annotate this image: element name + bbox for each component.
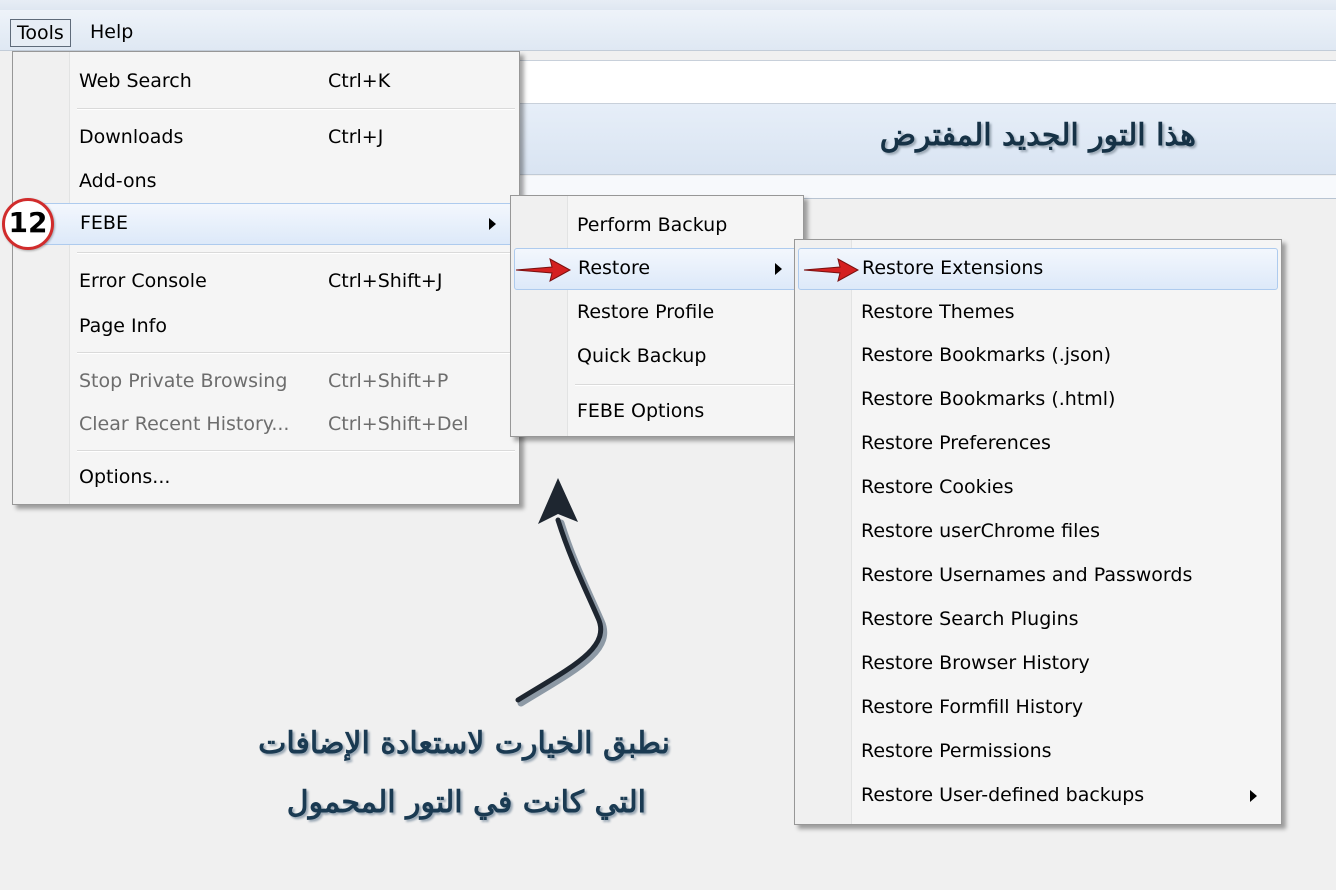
menu-item-shortcut: Ctrl+Shift+Del: [328, 413, 469, 435]
banner-title: هذا التور الجديد المفترض: [879, 118, 1196, 153]
menu-item-label: Downloads: [79, 126, 184, 148]
menu-item-restore-userchrome-files[interactable]: Restore userChrome files: [798, 512, 1278, 552]
febe-submenu: Perform Backup Restore Restore Profile Q…: [510, 195, 804, 437]
menu-item-label: Page Info: [79, 315, 167, 337]
menu-item-perform-backup[interactable]: Perform Backup: [514, 206, 800, 246]
menu-item-web-search[interactable]: Web Search Ctrl+K: [16, 62, 516, 102]
menu-item-febe-options[interactable]: FEBE Options: [514, 392, 800, 432]
submenu-arrow-icon: [1250, 790, 1257, 802]
menu-item-restore-user-defined-backups[interactable]: Restore User-defined backups: [798, 776, 1278, 816]
menu-item-label: Add-ons: [79, 170, 157, 192]
menu-item-label: Restore Extensions: [862, 257, 1044, 279]
menu-item-label: Restore Permissions: [861, 740, 1052, 762]
tools-menu: Web Search Ctrl+K Downloads Ctrl+J Add-o…: [12, 51, 520, 505]
menu-item-quick-backup[interactable]: Quick Backup: [514, 337, 800, 377]
menu-item-label: Restore Bookmarks (.json): [861, 344, 1112, 366]
menu-item-label: Clear Recent History...: [79, 413, 290, 435]
menu-item-label: Restore Bookmarks (.html): [861, 388, 1116, 410]
menu-tools[interactable]: Tools: [10, 19, 71, 47]
menu-item-label: Restore Search Plugins: [861, 608, 1079, 630]
menu-item-label: Restore Themes: [861, 301, 1015, 323]
menu-item-shortcut: Ctrl+K: [328, 70, 391, 92]
menu-item-restore-preferences[interactable]: Restore Preferences: [798, 424, 1278, 464]
annotation-arrow-icon: [515, 478, 608, 707]
menu-item-label: Restore Usernames and Passwords: [861, 564, 1193, 586]
step-number-badge: 12: [2, 198, 54, 250]
menu-item-restore-formfill-history[interactable]: Restore Formfill History: [798, 688, 1278, 728]
caption-line-2: التي كانت في التور المحمول: [286, 785, 646, 820]
menu-item-label: Restore Preferences: [861, 432, 1051, 454]
menu-item-add-ons[interactable]: Add-ons: [16, 162, 516, 202]
restore-submenu: Restore Extensions Restore Themes Restor…: [794, 239, 1282, 825]
menu-item-restore-bookmarks-html[interactable]: Restore Bookmarks (.html): [798, 380, 1278, 420]
menu-item-page-info[interactable]: Page Info: [16, 307, 516, 347]
menu-item-label: FEBE: [80, 212, 128, 234]
menu-separator: [77, 352, 515, 354]
menu-item-label: Error Console: [79, 270, 207, 292]
menu-item-label: Quick Backup: [577, 345, 707, 367]
menu-item-restore-profile[interactable]: Restore Profile: [514, 293, 800, 333]
menu-item-restore-extensions[interactable]: Restore Extensions: [798, 248, 1278, 290]
address-bar[interactable]: [518, 60, 1336, 104]
menu-item-label: Restore Browser History: [861, 652, 1090, 674]
menu-bar: Tools Help: [0, 10, 1336, 51]
red-pointer-arrow-icon: [803, 258, 860, 282]
menu-item-restore-cookies[interactable]: Restore Cookies: [798, 468, 1278, 508]
menu-item-label: Restore Formfill History: [861, 696, 1084, 718]
menu-item-label: Restore Profile: [577, 301, 715, 323]
menu-separator: [575, 384, 799, 386]
menu-item-options[interactable]: Options...: [16, 458, 516, 498]
menu-item-label: Perform Backup: [577, 214, 728, 236]
submenu-arrow-icon: [489, 218, 496, 230]
menu-separator: [77, 252, 515, 254]
menu-item-restore-themes[interactable]: Restore Themes: [798, 293, 1278, 333]
menu-item-clear-recent-history: Clear Recent History... Ctrl+Shift+Del: [16, 405, 516, 445]
menu-item-label: Restore userChrome files: [861, 520, 1100, 542]
menu-item-febe[interactable]: FEBE: [16, 203, 516, 245]
caption-line-1: نطبق الخيارت لاستعادة الإضافات: [258, 726, 670, 761]
menu-item-downloads[interactable]: Downloads Ctrl+J: [16, 118, 516, 158]
menu-item-label: Options...: [79, 466, 171, 488]
menu-item-label: Restore Cookies: [861, 476, 1014, 498]
menu-item-label: Restore User-defined backups: [861, 784, 1145, 806]
menu-item-shortcut: Ctrl+Shift+P: [328, 370, 449, 392]
menu-separator: [77, 450, 515, 452]
menu-item-label: FEBE Options: [577, 400, 705, 422]
menu-item-restore-browser-history[interactable]: Restore Browser History: [798, 644, 1278, 684]
menu-item-restore-search-plugins[interactable]: Restore Search Plugins: [798, 600, 1278, 640]
page-banner: هذا التور الجديد المفترض: [518, 104, 1336, 175]
submenu-arrow-icon: [775, 263, 782, 275]
menu-item-stop-private-browsing: Stop Private Browsing Ctrl+Shift+P: [16, 362, 516, 402]
menu-item-label: Restore: [578, 257, 651, 279]
menu-item-restore-bookmarks-json[interactable]: Restore Bookmarks (.json): [798, 336, 1278, 376]
red-pointer-arrow-icon: [515, 258, 572, 282]
menu-item-restore-usernames-passwords[interactable]: Restore Usernames and Passwords: [798, 556, 1278, 596]
menu-item-label: Stop Private Browsing: [79, 370, 288, 392]
menu-item-restore-permissions[interactable]: Restore Permissions: [798, 732, 1278, 772]
menu-item-label: Web Search: [79, 70, 192, 92]
menu-item-shortcut: Ctrl+Shift+J: [328, 270, 443, 292]
menu-help[interactable]: Help: [84, 19, 139, 45]
menu-item-error-console[interactable]: Error Console Ctrl+Shift+J: [16, 262, 516, 302]
menu-item-shortcut: Ctrl+J: [328, 126, 384, 148]
menu-separator: [77, 108, 515, 110]
